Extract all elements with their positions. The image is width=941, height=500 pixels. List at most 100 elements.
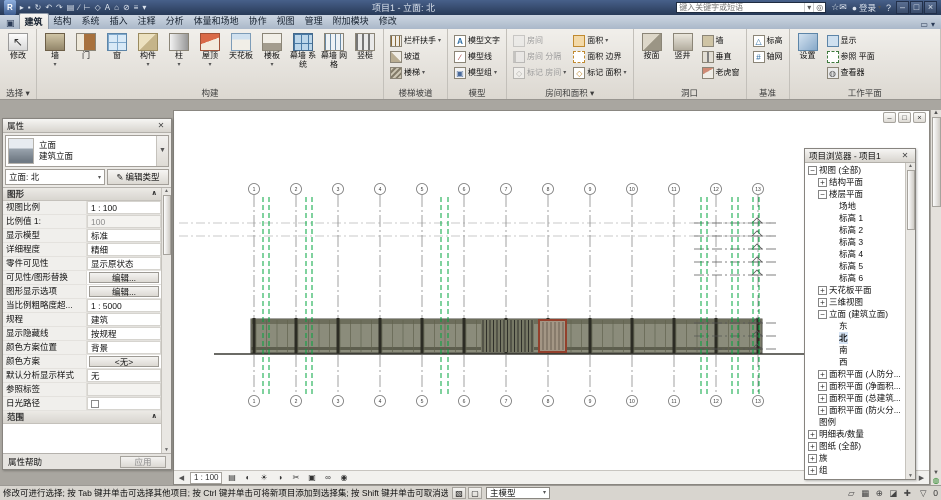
browser-scrollbar[interactable]: ▲ ▼ [905, 163, 915, 479]
select-pinned-icon[interactable]: ⊕ [873, 488, 885, 499]
tab-插入[interactable]: 插入 [105, 13, 133, 29]
apply-button[interactable]: 应用 [120, 456, 166, 468]
tree-item-面积平面 (人防分...[interactable]: +面积平面 (人防分... [805, 368, 905, 380]
expand-icon[interactable]: + [808, 442, 817, 451]
tree-item-组[interactable]: +组 [805, 464, 905, 476]
tree-item-明细表/数量[interactable]: +明细表/数量 [805, 428, 905, 440]
minimize-button[interactable]: – [896, 1, 909, 14]
property-value[interactable]: 标准 [87, 229, 161, 242]
expand-icon[interactable]: + [808, 466, 817, 475]
tool-mullion-button[interactable]: 竖梃 [350, 30, 380, 87]
view-minimize-button[interactable]: – [883, 112, 896, 123]
collapse-icon[interactable]: − [818, 310, 827, 319]
property-value[interactable]: 编辑... [89, 286, 159, 297]
design-options-button[interactable]: ▢ [468, 487, 482, 499]
tree-item-天花板平面[interactable]: +天花板平面 [805, 284, 905, 296]
tool-model-group-button[interactable]: ▣模型组▾ [451, 65, 503, 80]
project-browser-close-icon[interactable]: ✕ [899, 151, 911, 160]
tool-ref-plane-button[interactable]: 参照 平面 [824, 49, 878, 64]
property-value[interactable]: <无> [89, 356, 159, 367]
property-value[interactable]: 1 : 5000 [87, 299, 161, 312]
tool-level-button[interactable]: △标高 [750, 33, 786, 48]
expand-icon[interactable]: + [818, 394, 827, 403]
checkbox[interactable] [91, 400, 99, 408]
tab-附加模块[interactable]: 附加模块 [328, 13, 374, 29]
tool-opening-vertical-button[interactable]: 垂直 [699, 49, 743, 64]
tree-item-标高 1[interactable]: 标高 1 [805, 212, 905, 224]
prop-scroll-up-icon[interactable]: ▲ [164, 188, 169, 194]
tree-item-西[interactable]: 西 [805, 356, 905, 368]
app-menu-icon[interactable]: R [4, 0, 16, 15]
property-value[interactable]: 1 : 100 [87, 201, 161, 214]
view-close-button[interactable]: × [913, 112, 926, 123]
tool-area-boundary-button[interactable]: 面积 边界 [570, 49, 629, 64]
tree-item-结构平面[interactable]: +结构平面 [805, 176, 905, 188]
property-value[interactable]: 背景 [87, 341, 161, 354]
tool-opening-face-button[interactable]: 按面 [637, 30, 667, 87]
worksets-button[interactable]: ▧ [452, 487, 466, 499]
tool-roof-button[interactable]: 屋顶▾ [195, 30, 225, 87]
section-collapse-icon[interactable]: ∧ [151, 411, 157, 423]
collapse-icon[interactable]: − [818, 190, 827, 199]
tool-stair-button[interactable]: 楼梯▾ [387, 65, 444, 80]
drag-on-selection-icon[interactable]: ✚ [901, 488, 913, 499]
navigation-wheel-icon[interactable]: ◍ [933, 476, 940, 485]
panel-label-选择[interactable]: 选择 ▾ [3, 87, 33, 99]
panel-label-工作平面[interactable]: 工作平面 [793, 87, 937, 99]
tab-建筑[interactable]: 建筑 [19, 13, 49, 29]
expand-icon[interactable]: + [808, 454, 817, 463]
tree-item-面积平面 (净面积...[interactable]: +面积平面 (净面积... [805, 380, 905, 392]
maximize-button[interactable]: □ [910, 1, 923, 14]
properties-help-link[interactable]: 属性帮助 [8, 456, 42, 468]
tool-dormer-button[interactable]: 老虎窗 [699, 65, 743, 80]
crop-view-icon[interactable]: ✂ [289, 473, 302, 482]
panel-label-基准[interactable]: 基准 [750, 87, 786, 99]
expand-icon[interactable]: + [818, 178, 827, 187]
section-collapse-icon[interactable]: ∧ [151, 188, 157, 200]
tool-window-button[interactable]: 窗 [102, 30, 132, 87]
help-button[interactable]: ? [886, 3, 891, 13]
property-value[interactable]: 精细 [87, 243, 161, 256]
property-value[interactable]: 按规程 [87, 327, 161, 340]
select-links-icon[interactable]: ▱ [845, 488, 857, 499]
tool-area-button[interactable]: 面积▾ [570, 33, 629, 48]
tab-管理[interactable]: 管理 [300, 13, 328, 29]
tree-item-图例[interactable]: 图例 [805, 416, 905, 428]
tab-协作[interactable]: 协作 [244, 13, 272, 29]
shadows-icon[interactable]: ◑ [273, 473, 286, 482]
scroll-right-icon[interactable]: ▶ [916, 474, 927, 482]
tree-item-楼层平面[interactable]: −楼层平面 [805, 188, 905, 200]
tool-modify-button[interactable]: ↖修改 [3, 30, 33, 87]
ribbon-minimize-caret-icon[interactable]: ▾ [931, 20, 935, 29]
tree-item-视图 (全部)[interactable]: −视图 (全部) [805, 164, 905, 176]
property-value[interactable]: 无 [87, 369, 161, 382]
panel-label-楼梯坡道[interactable]: 楼梯坡道 [387, 87, 444, 99]
tool-tag-area-button[interactable]: ◇标记 面积▾ [570, 65, 629, 80]
tool-railing-button[interactable]: 栏杆扶手▾ [387, 33, 444, 48]
tab-体量和场地[interactable]: 体量和场地 [189, 13, 244, 29]
visual-style-icon[interactable]: ◐ [241, 473, 254, 482]
expand-icon[interactable]: + [818, 298, 827, 307]
tool-ceiling-button[interactable]: 天花板 [226, 30, 256, 87]
signin-button[interactable]: ● 登录 ▾ [852, 2, 881, 14]
scroll-left-icon[interactable]: ◀ [176, 474, 187, 482]
browser-scroll-up-icon[interactable]: ▲ [908, 163, 913, 169]
file-menu-icon[interactable]: ▣ [2, 18, 19, 29]
properties-scrollbar[interactable]: ▲ ▼ [161, 188, 171, 453]
expand-icon[interactable]: + [818, 382, 827, 391]
section-范围[interactable]: 范围∧ [3, 411, 161, 424]
tool-column-button[interactable]: 柱▾ [164, 30, 194, 87]
active-workset-selector[interactable]: 主模型 ▾ [486, 487, 550, 499]
tool-viewer-button[interactable]: ◍查看器 [824, 65, 878, 80]
tree-item-标高 5[interactable]: 标高 5 [805, 260, 905, 272]
tree-item-东[interactable]: 东 [805, 320, 905, 332]
browser-scroll-down-icon[interactable]: ▼ [908, 473, 913, 479]
tool-component-button[interactable]: 构件▾ [133, 30, 163, 87]
tree-item-族[interactable]: +族 [805, 452, 905, 464]
tool-opening-wall-button[interactable]: 墙 [699, 33, 743, 48]
tab-分析[interactable]: 分析 [161, 13, 189, 29]
tree-item-标高 2[interactable]: 标高 2 [805, 224, 905, 236]
close-button[interactable]: × [924, 1, 937, 14]
tool-door-button[interactable]: 门 [71, 30, 101, 87]
section-图形[interactable]: 图形∧ [3, 188, 161, 201]
